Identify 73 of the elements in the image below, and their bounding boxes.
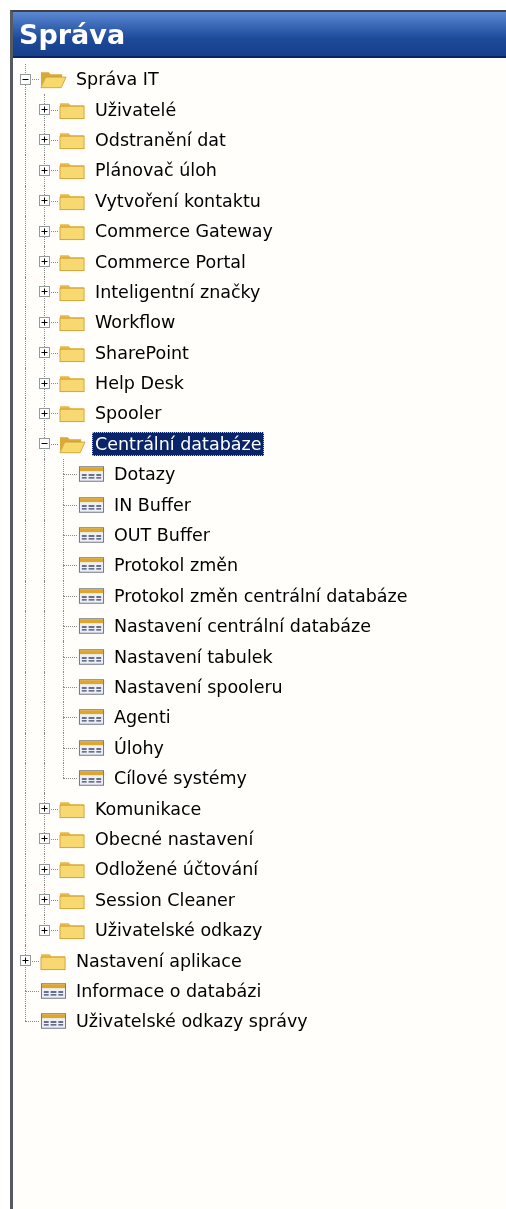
table-icon xyxy=(78,737,105,758)
tree-item[interactable]: Centrální databáze xyxy=(92,431,265,456)
table-icon xyxy=(78,646,105,667)
tree-item[interactable]: Agenti xyxy=(111,705,174,730)
folder-icon xyxy=(59,160,86,181)
tree-item[interactable]: Cílové systémy xyxy=(111,766,250,791)
expand-icon[interactable] xyxy=(39,256,50,268)
tree-item[interactable]: IN Buffer xyxy=(111,492,194,517)
tree-item[interactable]: Commerce Gateway xyxy=(92,219,276,244)
tree-item[interactable]: Nastavení tabulek xyxy=(111,644,276,669)
tree-item[interactable]: Nastavení aplikace xyxy=(73,948,245,973)
expand-icon[interactable] xyxy=(39,894,50,906)
expand-icon[interactable] xyxy=(39,286,50,298)
table-icon xyxy=(78,768,105,789)
tree-item[interactable]: Uživatelské odkazy xyxy=(92,918,266,943)
folder-icon xyxy=(59,920,86,941)
tree-item[interactable]: Inteligentní značky xyxy=(92,279,264,304)
table-icon xyxy=(78,525,105,546)
tree-item[interactable]: Protokol změn xyxy=(111,553,242,578)
panel-title: Správa xyxy=(13,12,506,58)
tree-item[interactable]: Informace o databázi xyxy=(73,978,265,1003)
expand-icon[interactable] xyxy=(39,134,50,146)
expand-icon[interactable] xyxy=(39,803,50,815)
tree-item[interactable]: Vytvoření kontaktu xyxy=(92,188,264,213)
tree-item[interactable]: Odstranění dat xyxy=(92,127,229,152)
expand-icon[interactable] xyxy=(39,164,50,176)
tree-item[interactable]: Nastavení spooleru xyxy=(111,675,286,699)
table-icon xyxy=(78,464,105,485)
table-icon xyxy=(78,616,105,637)
table-icon xyxy=(40,1011,67,1032)
expand-icon[interactable] xyxy=(39,104,50,116)
tree-item[interactable]: Odložené účtování xyxy=(92,857,262,882)
expand-icon[interactable] xyxy=(39,225,50,237)
tree-item[interactable]: Dotazy xyxy=(111,462,179,487)
folder-icon xyxy=(59,312,86,333)
tree-item[interactable]: Úlohy xyxy=(111,735,167,760)
folder-icon xyxy=(59,221,86,242)
expand-icon[interactable] xyxy=(20,955,31,966)
open-folder-icon xyxy=(40,69,67,90)
table-icon xyxy=(78,555,105,576)
tree-item[interactable]: Nastavení centrální databáze xyxy=(111,614,374,639)
expand-icon[interactable] xyxy=(39,833,50,845)
collapse-icon[interactable] xyxy=(20,73,31,85)
table-icon xyxy=(78,707,105,728)
expand-icon[interactable] xyxy=(39,195,50,207)
tree-item[interactable]: Komunikace xyxy=(92,796,205,821)
table-icon xyxy=(40,980,67,1001)
table-icon xyxy=(78,494,105,515)
folder-icon xyxy=(59,859,86,880)
tree-item[interactable]: Uživatelé xyxy=(92,97,180,122)
tree-item[interactable]: Plánovač úloh xyxy=(92,158,220,183)
tree-item[interactable]: Uživatelské odkazy správy xyxy=(73,1009,311,1034)
collapse-icon[interactable] xyxy=(39,438,50,450)
tree-item[interactable]: Commerce Portal xyxy=(92,249,249,274)
tree-item[interactable]: OUT Buffer xyxy=(111,523,213,548)
expand-icon[interactable] xyxy=(39,924,50,936)
table-icon xyxy=(78,677,105,697)
expand-icon[interactable] xyxy=(39,347,50,359)
expand-icon[interactable] xyxy=(39,408,50,419)
tree-item[interactable]: Help Desk xyxy=(92,371,187,396)
tree-item[interactable]: Workflow xyxy=(92,310,179,335)
expand-icon[interactable] xyxy=(39,316,50,328)
folder-icon xyxy=(59,373,86,394)
tree-item[interactable]: Protokol změn centrální databáze xyxy=(111,583,411,608)
expand-icon[interactable] xyxy=(39,863,50,875)
table-icon xyxy=(78,585,105,606)
tree-item[interactable]: Session Cleaner xyxy=(92,887,238,912)
tree-item[interactable]: SharePoint xyxy=(92,340,192,365)
tree-item[interactable]: Spooler xyxy=(92,401,165,426)
folder-icon xyxy=(59,403,86,424)
expand-icon[interactable] xyxy=(39,377,50,389)
tree-item[interactable]: Obecné nastavení xyxy=(92,826,257,851)
tree-item[interactable]: Správa IT xyxy=(73,67,162,92)
